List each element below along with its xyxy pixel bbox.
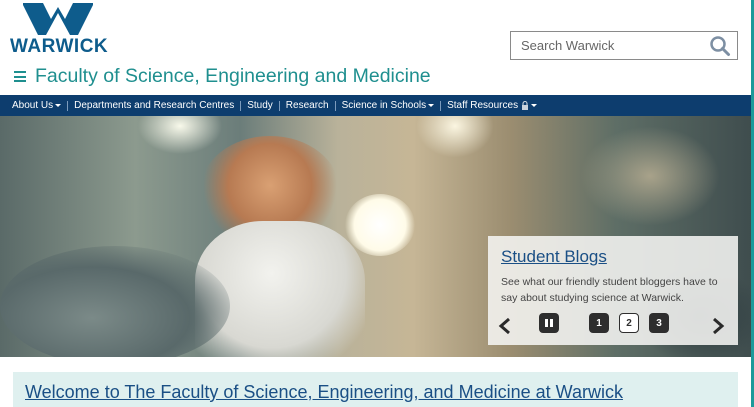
slide-button-1[interactable]: 1 xyxy=(589,313,609,333)
caret-down-icon xyxy=(531,104,538,107)
caret-down-icon xyxy=(55,104,62,107)
welcome-heading-link[interactable]: Welcome to The Faculty of Science, Engin… xyxy=(25,382,623,403)
logo-wordmark: WARWICK xyxy=(10,36,109,57)
pause-icon xyxy=(545,319,553,327)
nav-item-label: About Us xyxy=(12,100,54,111)
nav-item-science-in-schools[interactable]: Science in Schools xyxy=(336,95,441,116)
chevron-right-icon[interactable] xyxy=(710,317,726,335)
nav-item-label: Departments and Research Centres xyxy=(74,100,235,111)
nav-item-label: Research xyxy=(285,100,329,111)
welcome-banner: Welcome to The Faculty of Science, Engin… xyxy=(13,372,738,407)
search-input[interactable] xyxy=(511,32,701,59)
nav-item-label: Science in Schools xyxy=(341,100,427,111)
pause-button[interactable] xyxy=(539,313,559,333)
nav-item-research[interactable]: Research xyxy=(280,95,335,116)
hero-carousel: Student Blogs See what our friendly stud… xyxy=(0,116,751,357)
main-nav: About Us Departments and Research Centre… xyxy=(0,95,751,116)
hamburger-menu-icon[interactable] xyxy=(14,71,26,82)
faculty-title[interactable]: Faculty of Science, Engineering and Medi… xyxy=(35,65,431,88)
caret-down-icon xyxy=(428,104,435,107)
carousel-caption: Student Blogs See what our friendly stud… xyxy=(488,236,738,345)
slide-button-2[interactable]: 2 xyxy=(619,313,639,333)
site-header: WARWICK Faculty of Science, Engineering … xyxy=(0,0,751,95)
faculty-bar: Faculty of Science, Engineering and Medi… xyxy=(14,65,431,88)
slide-button-3[interactable]: 3 xyxy=(649,313,669,333)
nav-item-staff-resources[interactable]: Staff Resources xyxy=(441,95,543,116)
nav-item-about-us[interactable]: About Us xyxy=(6,95,67,116)
warwick-logo-mark-icon xyxy=(23,3,93,35)
nav-item-label: Study xyxy=(247,100,273,111)
search-icon[interactable] xyxy=(709,35,731,57)
nav-item-departments[interactable]: Departments and Research Centres xyxy=(68,95,240,116)
search-box xyxy=(510,31,738,60)
nav-item-label: Staff Resources xyxy=(447,100,519,111)
warwick-logo[interactable]: WARWICK xyxy=(10,3,109,57)
lock-icon xyxy=(522,101,529,110)
chevron-left-icon[interactable] xyxy=(497,317,513,335)
nav-item-study[interactable]: Study xyxy=(241,95,279,116)
caption-text: See what our friendly student bloggers h… xyxy=(501,276,718,304)
caption-title-link[interactable]: Student Blogs xyxy=(501,247,607,267)
